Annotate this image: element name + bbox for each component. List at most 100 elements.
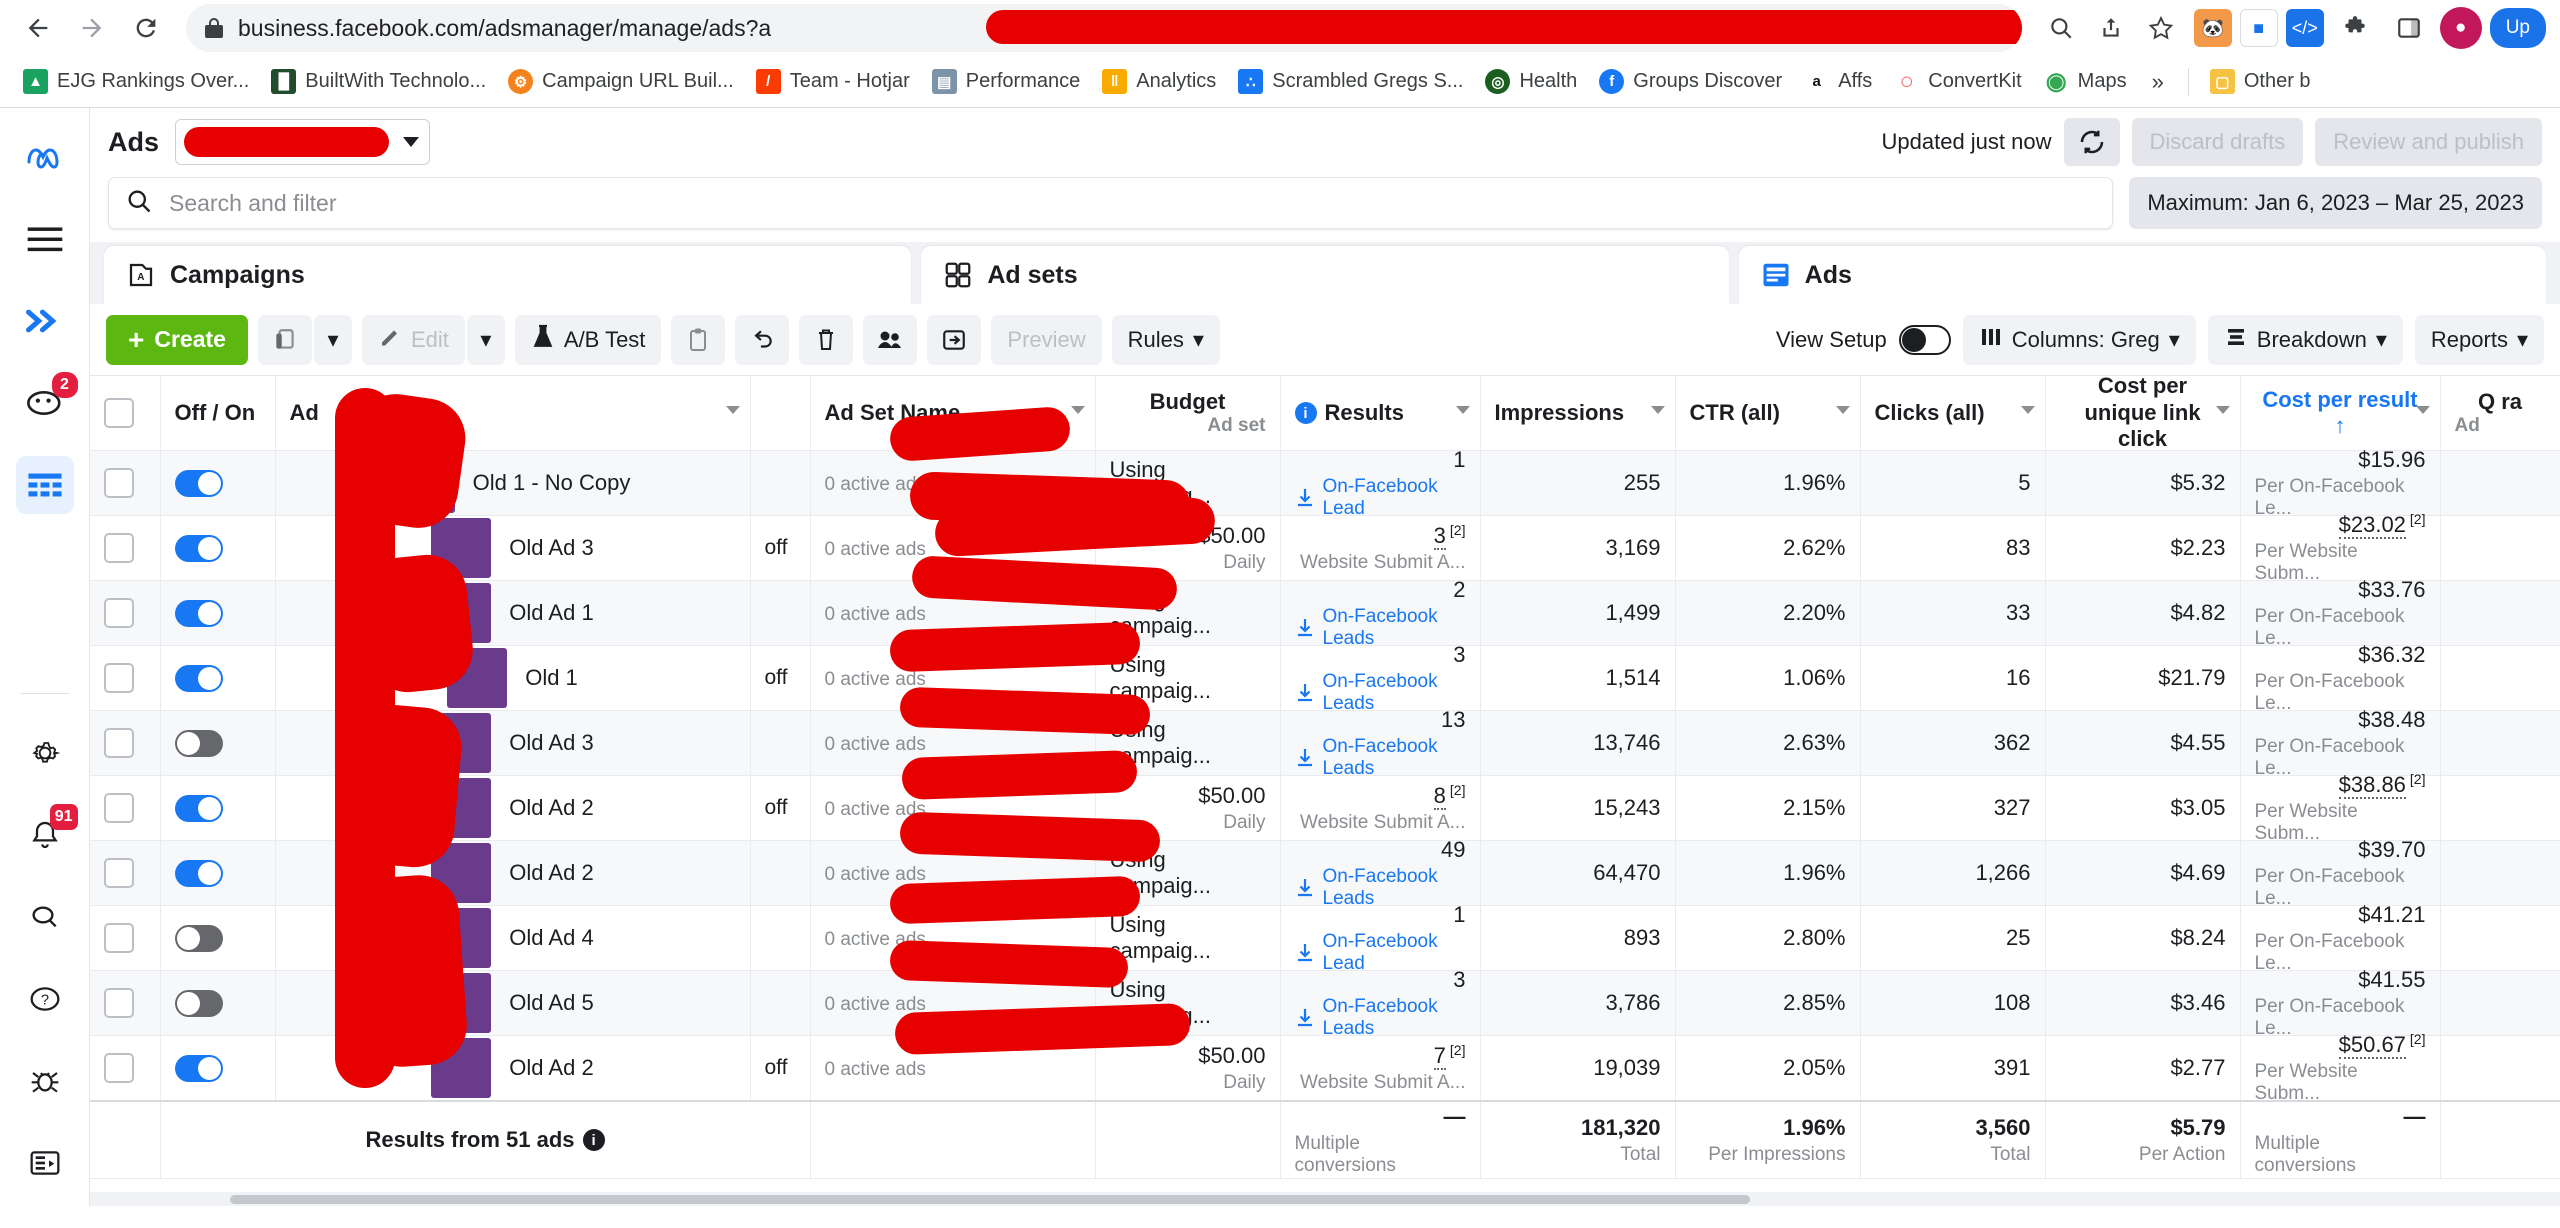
gear-icon[interactable] bbox=[16, 724, 74, 782]
bug-report-icon[interactable] bbox=[16, 1052, 74, 1110]
clipboard-icon[interactable] bbox=[671, 314, 726, 365]
create-button[interactable]: + Create bbox=[106, 314, 248, 365]
bookmark-item[interactable]: a Affs bbox=[1795, 63, 1881, 100]
col-ad[interactable]: Ad bbox=[275, 376, 751, 451]
chevron-down-icon[interactable] bbox=[1650, 406, 1665, 414]
row-select-cell[interactable] bbox=[90, 1035, 161, 1102]
row-adsetname-cell[interactable]: 0 active ads bbox=[810, 775, 1096, 841]
horizontal-scrollbar[interactable] bbox=[90, 1192, 2560, 1206]
bookmark-item[interactable]: ○ ConvertKit bbox=[1885, 63, 2030, 100]
edit-caret[interactable]: ▾ bbox=[466, 314, 505, 365]
extension-icon-3[interactable]: </> bbox=[2285, 9, 2324, 47]
row-ad-cell[interactable]: Old Ad 4 bbox=[275, 905, 751, 971]
star-icon[interactable] bbox=[2138, 5, 2184, 51]
breakdown-button[interactable]: Breakdown ▾ bbox=[2207, 314, 2403, 365]
table-row[interactable]: Old Ad 1 0 active ads Using campaig... 2 On-… bbox=[90, 577, 2560, 649]
forward-arrow-icon[interactable] bbox=[68, 4, 116, 52]
view-setup-toggle[interactable] bbox=[1898, 324, 1951, 355]
chevron-down-icon[interactable] bbox=[1835, 406, 1850, 414]
row-checkbox[interactable] bbox=[104, 988, 134, 1018]
select-all-checkbox[interactable] bbox=[104, 398, 134, 428]
row-adsetname-cell[interactable]: 0 active ads bbox=[810, 710, 1096, 776]
off-on-toggle[interactable] bbox=[174, 469, 223, 497]
tab-ad-sets[interactable]: Ad sets bbox=[921, 246, 1729, 304]
row-select-cell[interactable] bbox=[90, 580, 161, 646]
rules-button[interactable]: Rules ▾ bbox=[1111, 314, 1220, 365]
undo-icon[interactable] bbox=[735, 314, 790, 365]
row-select-cell[interactable] bbox=[90, 645, 161, 711]
bookmark-item[interactable]: ▤ Performance bbox=[923, 63, 1090, 100]
row-ad-cell[interactable]: Old Ad 3 bbox=[275, 515, 751, 581]
bookmark-item[interactable]: ∴ Scrambled Gregs S... bbox=[1229, 63, 1472, 100]
chevron-down-icon[interactable] bbox=[1070, 406, 1085, 414]
ab-test-button[interactable]: A/B Test bbox=[514, 314, 662, 365]
off-on-toggle[interactable] bbox=[174, 534, 223, 562]
row-ad-cell[interactable]: Old Ad 2 bbox=[275, 1035, 751, 1102]
search-and-filter-box[interactable] bbox=[108, 177, 2114, 229]
other-bookmarks-folder[interactable]: ▢ Other b bbox=[2201, 63, 2320, 100]
share-icon[interactable] bbox=[2088, 5, 2134, 51]
meta-logo-icon[interactable] bbox=[16, 128, 74, 186]
duplicate-icon[interactable] bbox=[257, 314, 312, 365]
tab-ads[interactable]: Ads bbox=[1738, 246, 2546, 304]
off-on-toggle[interactable] bbox=[174, 1054, 223, 1082]
update-button[interactable]: Up bbox=[2489, 8, 2546, 48]
row-ad-cell[interactable]: Old 1 - No Copy bbox=[275, 450, 751, 516]
review-and-publish-button[interactable]: Review and publish bbox=[2315, 118, 2542, 166]
sidepanel-icon[interactable] bbox=[2386, 5, 2432, 51]
row-select-cell[interactable] bbox=[90, 515, 161, 581]
row-adsetname-cell[interactable]: 0 active ads bbox=[810, 450, 1096, 516]
table-row[interactable]: Old Ad 4 0 active ads Using campaig... 1 On-… bbox=[90, 902, 2560, 974]
row-select-cell[interactable] bbox=[90, 710, 161, 776]
bookmark-item[interactable]: █ BuiltWith Technolo... bbox=[262, 63, 495, 100]
table-row[interactable]: Old Ad 3 off 0 active ads $50.00 Daily 3 [2] We… bbox=[90, 511, 2560, 584]
row-checkbox[interactable] bbox=[104, 858, 134, 888]
row-checkbox[interactable] bbox=[104, 1053, 134, 1083]
row-select-cell[interactable] bbox=[90, 450, 161, 516]
row-checkbox[interactable] bbox=[104, 663, 134, 693]
back-arrow-icon[interactable] bbox=[14, 4, 62, 52]
duplicate-caret[interactable]: ▾ bbox=[313, 314, 352, 365]
account-overview-icon[interactable]: 2 bbox=[16, 372, 78, 432]
extension-icon-1[interactable]: 🐼 bbox=[2193, 9, 2232, 47]
row-adsetname-cell[interactable]: 0 active ads bbox=[810, 645, 1096, 711]
row-offon-cell[interactable] bbox=[160, 515, 276, 581]
row-adsetname-cell[interactable]: 0 active ads bbox=[810, 840, 1096, 906]
row-offon-cell[interactable] bbox=[160, 450, 276, 516]
row-adsetname-cell[interactable]: 0 active ads bbox=[810, 580, 1096, 646]
row-adsetname-cell[interactable]: 0 active ads bbox=[810, 1035, 1096, 1102]
col-ctr[interactable]: CTR (all) bbox=[1675, 376, 1861, 451]
bookmark-item[interactable]: ‖ Analytics bbox=[1093, 63, 1225, 100]
col-cost-per-result[interactable]: Cost per result ↑ bbox=[2240, 376, 2441, 451]
col-impressions[interactable]: Impressions bbox=[1480, 376, 1676, 451]
columns-button[interactable]: Columns: Greg ▾ bbox=[1962, 314, 2196, 365]
edit-button[interactable]: Edit bbox=[361, 314, 465, 365]
row-offon-cell[interactable] bbox=[160, 905, 276, 971]
row-offon-cell[interactable] bbox=[160, 1035, 276, 1102]
ad-account-selector[interactable] bbox=[175, 119, 431, 165]
row-adsetname-cell[interactable]: 0 active ads bbox=[810, 905, 1096, 971]
bookmark-item[interactable]: ▲ EJG Rankings Over... bbox=[14, 63, 258, 100]
off-on-toggle[interactable] bbox=[174, 924, 223, 952]
table-row[interactable]: Old Ad 2 0 active ads Using campaig... 49 On… bbox=[90, 837, 2560, 909]
profile-avatar[interactable]: ● bbox=[2439, 7, 2482, 49]
row-adsetname-cell[interactable]: 0 active ads bbox=[810, 515, 1096, 581]
row-offon-cell[interactable] bbox=[160, 775, 276, 841]
help-icon[interactable]: ? bbox=[16, 970, 74, 1028]
row-ad-cell[interactable]: Old Ad 2 bbox=[275, 775, 751, 841]
row-select-cell[interactable] bbox=[90, 905, 161, 971]
bookmarks-overflow-button[interactable]: » bbox=[2140, 65, 2176, 99]
row-ad-cell[interactable]: Old Ad 2 bbox=[275, 840, 751, 906]
col-results[interactable]: i Results bbox=[1280, 376, 1481, 451]
chevron-down-icon[interactable] bbox=[1455, 406, 1470, 414]
bookmark-item[interactable]: ◉ Maps bbox=[2035, 63, 2136, 100]
scrollbar-thumb[interactable] bbox=[230, 1195, 1750, 1204]
row-select-cell[interactable] bbox=[90, 775, 161, 841]
chevron-down-icon[interactable] bbox=[2215, 406, 2230, 414]
off-on-toggle[interactable] bbox=[174, 599, 223, 627]
off-on-toggle[interactable] bbox=[174, 664, 223, 692]
trash-icon[interactable] bbox=[799, 314, 854, 365]
bookmark-item[interactable]: f Groups Discover bbox=[1590, 63, 1791, 100]
col-adsetname[interactable]: Ad Set Name bbox=[810, 376, 1096, 451]
off-on-toggle[interactable] bbox=[174, 859, 223, 887]
